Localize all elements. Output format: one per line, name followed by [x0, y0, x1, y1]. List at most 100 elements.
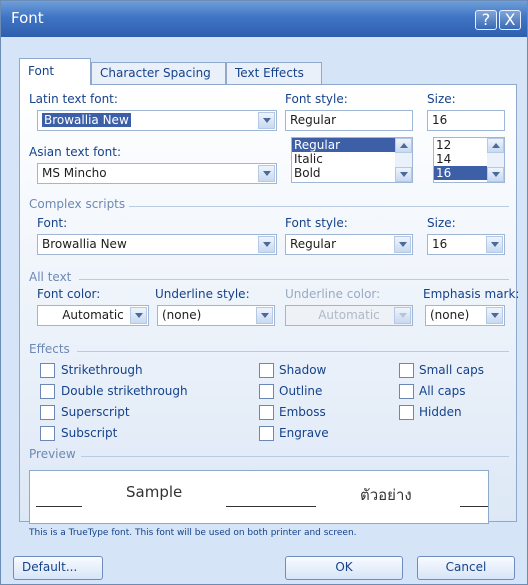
double-strikethrough-label[interactable]: Double strikethrough — [61, 384, 188, 398]
tab-font[interactable]: Font — [19, 58, 91, 85]
outline-checkbox[interactable] — [259, 384, 274, 399]
preview-underline — [226, 506, 316, 507]
latin-size-list[interactable]: 12 14 16 — [433, 137, 505, 183]
preview-underline — [36, 506, 82, 507]
font-color-label: Font color: — [37, 287, 101, 301]
complex-style-select[interactable]: Regular — [285, 234, 413, 255]
hidden-label[interactable]: Hidden — [419, 405, 462, 419]
title-bar: Font ? X — [1, 1, 527, 37]
latin-style-input[interactable]: Regular — [285, 110, 413, 131]
latin-size-input[interactable]: 16 — [427, 110, 505, 131]
complex-font-select[interactable]: Browallia New — [37, 234, 277, 255]
complex-font-label: Font: — [37, 216, 68, 230]
emphasis-mark-select[interactable]: (none) — [425, 305, 505, 326]
all-text-heading: All text — [29, 270, 72, 284]
close-button[interactable]: X — [499, 10, 521, 30]
underline-style-label: Underline style: — [155, 287, 250, 301]
underline-color-value: Automatic — [318, 308, 380, 322]
tab-text-effects[interactable]: Text Effects — [226, 62, 322, 84]
asian-font-label: Asian text font: — [29, 145, 121, 159]
all-caps-checkbox[interactable] — [399, 384, 414, 399]
list-item[interactable]: Regular — [292, 138, 412, 152]
underline-style-value: (none) — [162, 308, 202, 322]
list-item[interactable]: Bold — [292, 166, 412, 180]
help-button[interactable]: ? — [475, 10, 497, 30]
underline-color-select: Automatic — [285, 305, 413, 326]
complex-scripts-heading: Complex scripts — [29, 197, 126, 211]
complex-size-select[interactable]: 16 — [427, 234, 505, 255]
chevron-down-icon[interactable] — [486, 236, 503, 253]
font-color-value: Automatic — [62, 308, 124, 322]
asian-font-value: MS Mincho — [42, 166, 107, 180]
latin-size-value: 16 — [432, 113, 448, 127]
complex-style-value: Regular — [290, 237, 337, 251]
chevron-down-icon[interactable] — [256, 307, 273, 324]
font-color-select[interactable]: Automatic — [37, 305, 149, 326]
scrollbar[interactable] — [487, 138, 504, 182]
complex-font-value: Browallia New — [42, 237, 127, 251]
tab-character-spacing[interactable]: Character Spacing — [91, 62, 226, 84]
shadow-label[interactable]: Shadow — [279, 363, 326, 377]
divider — [81, 456, 509, 457]
scroll-up-icon[interactable] — [487, 138, 504, 153]
chevron-down-icon — [394, 307, 411, 324]
double-strikethrough-checkbox[interactable] — [40, 384, 55, 399]
truetype-note: This is a TrueType font. This font will … — [29, 528, 357, 538]
scroll-down-icon[interactable] — [395, 167, 412, 182]
complex-size-value: 16 — [432, 237, 448, 251]
all-caps-label[interactable]: All caps — [419, 384, 466, 398]
font-dialog: Font ? X Font Character Spacing Text Eff… — [0, 0, 528, 585]
preview-thai-sample: ตัวอย่าง — [360, 486, 412, 504]
scroll-up-icon[interactable] — [395, 138, 412, 153]
latin-size-label: Size: — [427, 92, 456, 106]
engrave-checkbox[interactable] — [259, 426, 274, 441]
latin-font-value: Browallia New — [42, 113, 131, 127]
chevron-down-icon[interactable] — [130, 307, 147, 324]
complex-style-label: Font style: — [285, 216, 348, 230]
preview-underline — [460, 506, 488, 507]
chevron-down-icon[interactable] — [258, 165, 275, 182]
emboss-checkbox[interactable] — [259, 405, 274, 420]
underline-color-label: Underline color: — [285, 287, 381, 301]
preview-box: Sample ตัวอย่าง — [29, 470, 489, 524]
strikethrough-label[interactable]: Strikethrough — [61, 363, 143, 377]
latin-style-value: Regular — [290, 113, 337, 127]
subscript-checkbox[interactable] — [40, 426, 55, 441]
small-caps-label[interactable]: Small caps — [419, 363, 484, 377]
engrave-label[interactable]: Engrave — [279, 426, 329, 440]
emphasis-mark-label: Emphasis mark: — [423, 287, 520, 301]
asian-font-select[interactable]: MS Mincho — [37, 163, 277, 184]
effects-heading: Effects — [29, 342, 70, 356]
scroll-down-icon[interactable] — [487, 167, 504, 182]
divider — [79, 279, 509, 280]
superscript-checkbox[interactable] — [40, 405, 55, 420]
emphasis-mark-value: (none) — [430, 308, 470, 322]
scrollbar[interactable] — [395, 138, 412, 182]
latin-style-list[interactable]: Regular Italic Bold — [291, 137, 413, 183]
underline-style-select[interactable]: (none) — [157, 305, 275, 326]
shadow-checkbox[interactable] — [259, 363, 274, 378]
latin-font-label: Latin text font: — [29, 92, 118, 106]
superscript-label[interactable]: Superscript — [61, 405, 130, 419]
divider — [129, 206, 509, 207]
chevron-down-icon[interactable] — [258, 236, 275, 253]
cancel-button[interactable]: Cancel — [417, 556, 515, 580]
small-caps-checkbox[interactable] — [399, 363, 414, 378]
outline-label[interactable]: Outline — [279, 384, 322, 398]
preview-heading: Preview — [29, 447, 76, 461]
subscript-label[interactable]: Subscript — [61, 426, 117, 440]
strikethrough-checkbox[interactable] — [40, 363, 55, 378]
hidden-checkbox[interactable] — [399, 405, 414, 420]
latin-style-label: Font style: — [285, 92, 348, 106]
ok-button[interactable]: OK — [285, 556, 403, 580]
emboss-label[interactable]: Emboss — [279, 405, 326, 419]
latin-font-select[interactable]: Browallia New — [37, 110, 277, 131]
chevron-down-icon[interactable] — [258, 112, 275, 129]
chevron-down-icon[interactable] — [486, 307, 503, 324]
list-item[interactable]: Italic — [292, 152, 412, 166]
dialog-body: Font Character Spacing Text Effects Lati… — [7, 37, 521, 580]
default-button[interactable]: Default... — [13, 556, 103, 580]
chevron-down-icon[interactable] — [394, 236, 411, 253]
window-title: Font — [11, 9, 44, 27]
complex-size-label: Size: — [427, 216, 456, 230]
